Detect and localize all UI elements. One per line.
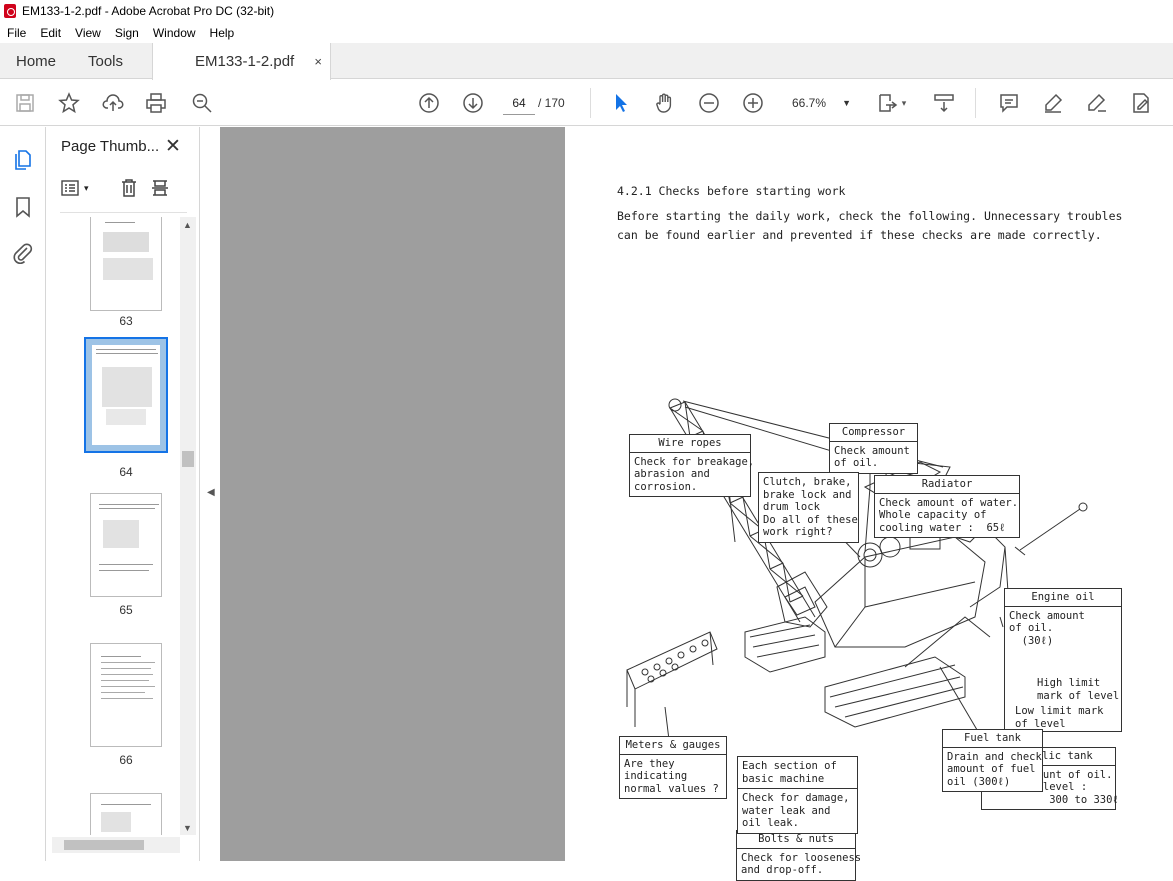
delete-page-icon[interactable]: [118, 177, 144, 203]
select-cursor-icon[interactable]: [609, 91, 633, 115]
menu-bar: File Edit View Sign Window Help: [0, 22, 1173, 43]
page-total: / 170: [538, 96, 565, 110]
page-thumbnails-panel: Page Thumb... ✕ ▾ 63 64 65 66 ▲ ▼: [46, 127, 200, 861]
bookmark-icon[interactable]: [11, 195, 35, 219]
thumbnail-options-arrow-icon[interactable]: ▾: [84, 183, 96, 209]
label-radiator: Radiator Check amount of water. Whole ca…: [874, 475, 1020, 538]
thumbnail-vertical-scrollbar[interactable]: ▲ ▼: [180, 217, 196, 835]
thumbnail-page-63[interactable]: [90, 217, 162, 311]
panel-gutter: ◀: [200, 127, 220, 861]
zoom-in-icon[interactable]: [741, 91, 765, 115]
pdf-app-icon: [4, 4, 16, 18]
thumbnail-label: 66: [119, 753, 133, 767]
thumbnail-page-66[interactable]: [90, 643, 162, 747]
edit-pdf-icon[interactable]: [1129, 91, 1153, 115]
tab-tools[interactable]: Tools: [88, 43, 123, 79]
window-title: EM133-1-2.pdf - Adobe Acrobat Pro DC (32…: [22, 4, 275, 18]
tab-bar: Home Tools EM133-1-2.pdf ×: [0, 43, 1173, 80]
save-icon[interactable]: [13, 91, 37, 115]
page-number-input[interactable]: 64: [503, 91, 535, 115]
thumbnail-toolbar: ▾: [60, 177, 188, 203]
menu-help[interactable]: Help: [203, 26, 242, 40]
sign-pen-icon[interactable]: [1085, 91, 1109, 115]
section-paragraph: Before starting the daily work, check th…: [617, 209, 1123, 242]
upload-cloud-icon[interactable]: [101, 91, 125, 115]
thumbnail-list: 63 64 65 66: [46, 217, 180, 835]
menu-edit[interactable]: Edit: [33, 26, 68, 40]
label-fuel-tank: Fuel tank Drain and check amount of fuel…: [942, 729, 1043, 792]
collapse-panel-icon[interactable]: ◀: [207, 487, 215, 498]
tab-document[interactable]: EM133-1-2.pdf ×: [152, 43, 331, 80]
thumbnail-label: 64: [119, 465, 133, 479]
toolbar: ▾: [0, 80, 1173, 126]
attachment-paperclip-icon[interactable]: [11, 241, 35, 265]
title-bar: EM133-1-2.pdf - Adobe Acrobat Pro DC (32…: [0, 0, 1173, 22]
previous-page-icon[interactable]: [417, 91, 441, 115]
label-basic-machine: Each section of basic machine Check for …: [737, 756, 858, 834]
panel-title: Page Thumb...: [61, 138, 160, 155]
engine-oil-low-mark: Low limit mark of level: [1015, 705, 1104, 730]
highlight-pen-icon[interactable]: [1041, 91, 1065, 115]
label-compressor: Compressor Check amount of oil.: [829, 423, 918, 474]
label-meters-gauges: Meters & gauges Are they indicating norm…: [619, 736, 727, 799]
thumbnail-page-64[interactable]: [84, 337, 168, 453]
zoom-out-icon[interactable]: [697, 91, 721, 115]
menu-window[interactable]: Window: [146, 26, 203, 40]
scroll-down-icon[interactable]: ▼: [183, 823, 192, 833]
page-thumbnails-icon[interactable]: [11, 148, 35, 172]
print-icon[interactable]: [144, 91, 168, 115]
label-clutch-brake: Clutch, brake, brake lock and drum lock …: [758, 472, 859, 543]
thumbnail-horizontal-scrollbar[interactable]: [52, 837, 180, 853]
panel-close-icon[interactable]: ✕: [165, 135, 181, 158]
hand-tool-icon[interactable]: [653, 91, 677, 115]
next-page-icon[interactable]: [461, 91, 485, 115]
label-engine-oil: Engine oil Check amount of oil. (30ℓ) Hi…: [1004, 588, 1122, 732]
zoom-search-icon[interactable]: [190, 91, 214, 115]
scroll-up-icon[interactable]: ▲: [183, 220, 192, 230]
thumbnail-divider: [60, 212, 187, 213]
tab-home[interactable]: Home: [16, 43, 56, 79]
label-bolts-nuts: Bolts & nuts Check for looseness and dro…: [736, 830, 861, 881]
thumbnail-page-67[interactable]: [90, 793, 162, 835]
menu-sign[interactable]: Sign: [108, 26, 146, 40]
zoom-level-value: 66.7%: [792, 96, 827, 110]
star-icon[interactable]: [57, 91, 81, 115]
label-wire-ropes: Wire ropes Check for breakage, abrasion …: [629, 434, 754, 497]
scrollbar-thumb[interactable]: [182, 451, 194, 467]
fit-page-dropdown-icon[interactable]: ▾: [897, 91, 911, 115]
comment-icon[interactable]: [997, 91, 1021, 115]
tab-close-icon[interactable]: ×: [314, 54, 322, 69]
zoom-level-dropdown[interactable]: 66.7% ▼: [787, 91, 857, 115]
thumbnail-label: 65: [119, 603, 133, 617]
horizontal-scrollbar-thumb[interactable]: [64, 840, 144, 850]
section-heading: 4.2.1 Checks before starting work: [617, 184, 846, 198]
scrolling-mode-icon[interactable]: [932, 91, 956, 115]
thumbnail-page-65[interactable]: [90, 493, 162, 597]
engine-oil-high-mark: High limit mark of level: [1037, 677, 1120, 702]
menu-file[interactable]: File: [0, 26, 33, 40]
insert-page-icon[interactable]: [150, 177, 176, 203]
thumbnail-options-icon[interactable]: [60, 177, 86, 203]
menu-view[interactable]: View: [68, 26, 108, 40]
left-rail: [0, 127, 46, 861]
tab-document-label: EM133-1-2.pdf: [195, 53, 295, 70]
zoom-dropdown-arrow-icon: ▼: [842, 98, 851, 108]
thumbnail-label: 63: [119, 314, 133, 328]
